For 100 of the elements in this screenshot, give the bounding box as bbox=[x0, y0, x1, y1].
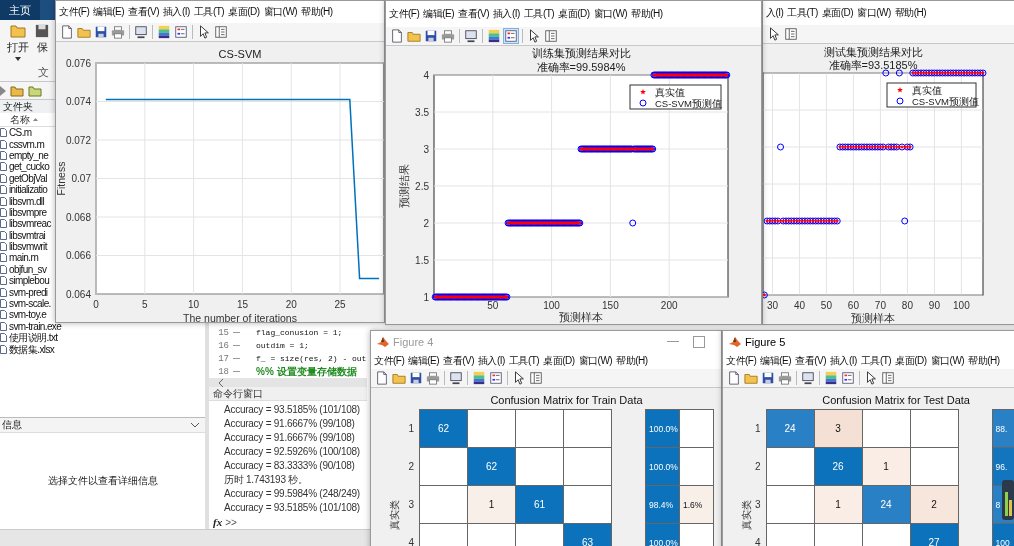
file-name[interactable]: svm-predi bbox=[9, 286, 48, 298]
menu-item[interactable]: 工具(T) bbox=[860, 354, 892, 368]
panel-button[interactable] bbox=[880, 370, 896, 386]
file-name[interactable]: objfun_sv bbox=[9, 263, 47, 275]
new-file-button[interactable] bbox=[389, 28, 405, 44]
legend-button[interactable] bbox=[503, 28, 519, 44]
colorbar-button[interactable] bbox=[823, 370, 839, 386]
toolstrip-button[interactable]: 保 bbox=[30, 24, 54, 61]
file-name[interactable]: get_cucko bbox=[9, 161, 50, 173]
menu-item[interactable]: 插入(I) bbox=[162, 5, 190, 19]
menu-item[interactable]: 工具(T) bbox=[193, 5, 225, 19]
menu-item[interactable]: 窗口(W) bbox=[578, 354, 613, 368]
meter-widget-icon[interactable] bbox=[1002, 480, 1014, 520]
menu-item[interactable]: 桌面(D) bbox=[895, 354, 927, 368]
scroll-left-icon[interactable] bbox=[217, 378, 225, 387]
function-button[interactable]: fx bbox=[213, 516, 223, 528]
toolstrip-button[interactable]: 打开 bbox=[6, 24, 30, 61]
menu-item[interactable]: 文件(F) bbox=[374, 354, 405, 368]
file-name[interactable]: initializatio bbox=[9, 184, 48, 196]
file-name[interactable]: libsvmtrai bbox=[9, 229, 46, 241]
menu-item[interactable]: 编辑(E) bbox=[423, 7, 455, 21]
menu-item[interactable]: 工具(T) bbox=[787, 6, 818, 20]
file-name[interactable]: svm-scale. bbox=[9, 298, 51, 310]
floppy-disk-button[interactable] bbox=[423, 28, 439, 44]
panel-button[interactable] bbox=[543, 28, 559, 44]
menu-item[interactable]: 查看(V) bbox=[795, 354, 826, 368]
file-name[interactable]: cssvm.m bbox=[9, 138, 45, 150]
legend-button[interactable] bbox=[488, 370, 504, 386]
legend-button[interactable] bbox=[173, 24, 189, 40]
legend-button[interactable] bbox=[840, 370, 856, 386]
menu-item[interactable]: 查看(V) bbox=[443, 354, 474, 368]
menu-item[interactable]: 插入(I) bbox=[492, 7, 520, 21]
file-name[interactable]: libsvmreac bbox=[9, 218, 51, 230]
menu-item[interactable]: 查看(V) bbox=[458, 7, 489, 21]
menu-item[interactable]: 查看(V) bbox=[128, 5, 159, 19]
file-name[interactable]: 数据集.xlsx bbox=[9, 343, 55, 355]
menu-item[interactable]: 桌面(D) bbox=[821, 6, 854, 20]
menu-item[interactable]: 插入(I) bbox=[477, 354, 505, 368]
floppy-disk-button[interactable] bbox=[408, 370, 424, 386]
chevron-icon[interactable] bbox=[191, 422, 199, 428]
menu-item[interactable]: 帮助(H) bbox=[616, 354, 648, 368]
menu-item[interactable]: 工具(T) bbox=[523, 7, 555, 21]
printer-button[interactable] bbox=[777, 370, 793, 386]
panel-button[interactable] bbox=[528, 370, 544, 386]
horizontal-scrollbar[interactable] bbox=[209, 378, 367, 387]
menu-item[interactable]: 入(I) bbox=[766, 6, 784, 20]
floppy-disk-button[interactable] bbox=[760, 370, 776, 386]
new-file-button[interactable] bbox=[726, 370, 742, 386]
menu-item[interactable]: 帮助(H) bbox=[631, 7, 663, 21]
menu-item[interactable]: 插入(I) bbox=[829, 354, 857, 368]
menu-item[interactable]: 文件(F) bbox=[59, 5, 90, 19]
forward-arrow-icon[interactable] bbox=[0, 85, 6, 96]
menu-item[interactable]: 帮助(H) bbox=[301, 5, 333, 19]
menu-item[interactable]: 编辑(E) bbox=[408, 354, 440, 368]
menu-item[interactable]: 编辑(E) bbox=[93, 5, 125, 19]
new-file-button[interactable] bbox=[374, 370, 390, 386]
menu-item[interactable]: 窗口(W) bbox=[857, 6, 891, 20]
folder-tree-icon[interactable] bbox=[28, 84, 42, 97]
printer-button[interactable] bbox=[425, 370, 441, 386]
printer-button[interactable] bbox=[440, 28, 456, 44]
tab[interactable]: 主页 bbox=[0, 0, 40, 20]
file-name[interactable]: main.m bbox=[9, 252, 39, 264]
panel-button[interactable] bbox=[213, 24, 229, 40]
monitor-button[interactable] bbox=[133, 24, 149, 40]
menu-item[interactable]: 文件(F) bbox=[389, 7, 420, 21]
file-name[interactable]: simplebou bbox=[9, 275, 50, 287]
command-prompt[interactable]: >> bbox=[225, 516, 237, 528]
file-name[interactable]: 使用说明.txt bbox=[9, 332, 58, 344]
printer-button[interactable] bbox=[110, 24, 126, 40]
monitor-button[interactable] bbox=[463, 28, 479, 44]
file-name[interactable]: svm-toy.e bbox=[9, 309, 47, 321]
menu-item[interactable]: 窗口(W) bbox=[593, 7, 628, 21]
menu-item[interactable]: 窗口(W) bbox=[930, 354, 965, 368]
file-name[interactable]: libsvm.dll bbox=[9, 195, 45, 207]
menu-item[interactable]: 窗口(W) bbox=[263, 5, 298, 19]
minimize-icon[interactable] bbox=[667, 341, 679, 343]
file-name[interactable]: libsvmpre bbox=[9, 206, 47, 218]
menu-item[interactable]: 帮助(H) bbox=[894, 6, 927, 20]
file-name[interactable]: svm-train.exe bbox=[9, 320, 62, 332]
maximize-icon[interactable] bbox=[693, 336, 705, 348]
menu-item[interactable]: 桌面(D) bbox=[228, 5, 260, 19]
monitor-button[interactable] bbox=[800, 370, 816, 386]
file-name[interactable]: empty_ne bbox=[9, 149, 49, 161]
menu-item[interactable]: 桌面(D) bbox=[558, 7, 590, 21]
new-file-button[interactable] bbox=[59, 24, 75, 40]
menu-item[interactable]: 文件(F) bbox=[726, 354, 757, 368]
file-name[interactable]: CS.m bbox=[9, 127, 32, 139]
panel-button[interactable] bbox=[783, 26, 799, 42]
menu-item[interactable]: 工具(T) bbox=[508, 354, 540, 368]
colorbar-button[interactable] bbox=[486, 28, 502, 44]
colorbar-button[interactable] bbox=[471, 370, 487, 386]
monitor-button[interactable] bbox=[448, 370, 464, 386]
colorbar-button[interactable] bbox=[156, 24, 172, 40]
file-name[interactable]: libsvmwrit bbox=[9, 241, 47, 253]
menu-item[interactable]: 编辑(E) bbox=[760, 354, 792, 368]
menu-item[interactable]: 桌面(D) bbox=[543, 354, 575, 368]
file-name[interactable]: getObjVal bbox=[9, 172, 47, 184]
floppy-disk-button[interactable] bbox=[93, 24, 109, 40]
folder-up-icon[interactable] bbox=[10, 84, 24, 97]
menu-item[interactable]: 帮助(H) bbox=[968, 354, 1000, 368]
